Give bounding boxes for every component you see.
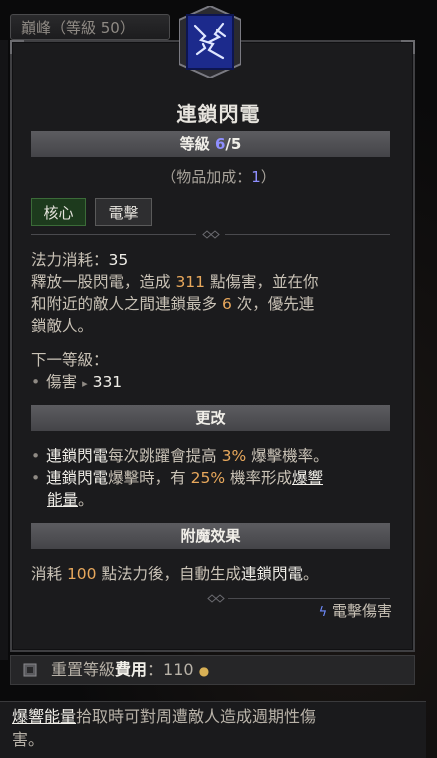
mod-text: 機率形成: [225, 469, 292, 487]
next-rank-value: 331: [92, 373, 123, 391]
skill-description: 法力消耗：35 釋放一股閃電，造成 311 點傷害，並在你 和附近的敵人之間連鎖…: [31, 249, 391, 337]
next-rank-stat: 傷害: [46, 373, 78, 391]
item-bonus: （物品加成：1）: [0, 166, 437, 187]
modification-item: • 連鎖閃電爆擊時，有 25% 機率形成爆響: [31, 467, 391, 489]
mana-cost: 法力消耗：35: [31, 249, 391, 271]
modifications-header: 更改: [31, 405, 390, 431]
bullet-icon: •: [31, 469, 41, 487]
glossary-text: 害。: [12, 730, 45, 749]
ench-text: 。: [302, 565, 319, 583]
ench-text: 消耗: [31, 565, 67, 583]
mod-text: 爆擊機率。: [246, 447, 329, 465]
desc-text: 點傷害，並在你: [205, 273, 319, 291]
rank-max: /5: [225, 135, 242, 153]
side-panel-edge: [0, 40, 8, 660]
description-line-1: 釋放一股閃電，造成 311 點傷害，並在你: [31, 271, 391, 293]
crackling-energy-link[interactable]: 能量: [47, 491, 78, 509]
chain-lightning-skill-icon: [178, 4, 242, 80]
ench-text: 點法力後，自動生成: [96, 565, 241, 583]
desc-text: 和附近的敵人之間連鎖最多: [31, 295, 222, 313]
damage-type: ϟ 電擊傷害: [319, 600, 392, 621]
chain-count: 6: [221, 295, 232, 313]
next-rank-label: 下一等級：: [31, 351, 109, 369]
skill-ref: 連鎖閃電: [46, 447, 109, 465]
rank-current: 6: [214, 135, 226, 153]
description-line-2: 和附近的敵人之間連鎖最多 6 次，優先連: [31, 293, 391, 315]
reset-cost-label-bold: 費用: [115, 660, 148, 679]
reset-icon: [23, 663, 37, 677]
gold-coin-icon: ●: [198, 664, 210, 678]
reset-cost-colon: ：: [147, 660, 164, 679]
mod-text: 每次跳躍會提高: [108, 447, 222, 465]
skill-name: 連鎖閃電: [176, 102, 261, 126]
skill-ref: 連鎖閃電: [46, 469, 109, 487]
reset-cost-label: 重置等級: [51, 660, 116, 679]
glossary-panel: 爆響能量拾取時可對周遭敵人造成週期性傷 害。: [0, 701, 426, 758]
crackling-energy-link[interactable]: 爆響: [292, 469, 323, 487]
mana-cost-label: 法力消耗：: [31, 251, 109, 269]
mod-text: 。: [78, 491, 94, 509]
reset-cost-bar: 重置等級費用：110 ●: [10, 655, 415, 685]
bullet-icon: •: [31, 373, 41, 391]
enchantment-text: 消耗 100 點法力後，自動生成連鎖閃電。: [31, 563, 391, 585]
next-rank: 下一等級： • 傷害 ▸ 331: [31, 349, 391, 395]
rank-prefix: 等級: [179, 135, 215, 153]
bullet-icon: •: [31, 447, 41, 465]
description-line-3: 鎖敵人。: [31, 317, 94, 335]
skill-ref: 連鎖閃電: [240, 565, 303, 583]
skill-rank-bar: 等級 6/5: [31, 131, 390, 157]
lightning-icon: ϟ: [318, 605, 328, 620]
damage-value: 311: [175, 273, 206, 291]
desc-text: 次，優先連: [231, 295, 315, 313]
mana-threshold-value: 100: [66, 565, 97, 583]
modification-item-cont: 能量。: [31, 489, 391, 511]
modification-item: • 連鎖閃電每次跳躍會提高 3% 爆擊機率。: [31, 445, 391, 467]
enchantment-header: 附魔效果: [31, 523, 390, 549]
crit-chance-value: 3%: [221, 447, 247, 465]
tag-lightning: 電擊: [95, 198, 152, 226]
damage-type-label: 電擊傷害: [331, 602, 392, 620]
corner-ornament: [401, 40, 415, 54]
bonus-prefix: （物品加成：: [161, 168, 252, 186]
corner-ornament: [10, 40, 24, 54]
next-rank-item: • 傷害 ▸ 331: [31, 371, 391, 395]
proc-chance-value: 25%: [190, 469, 226, 487]
modifications-list: • 連鎖閃電每次跳躍會提高 3% 爆擊機率。 • 連鎖閃電爆擊時，有 25% 機率形…: [31, 445, 391, 511]
reset-cost-value: 110: [163, 660, 194, 679]
mod-text: 爆擊時，有: [108, 469, 191, 487]
mana-cost-value: 35: [108, 251, 129, 269]
glossary-text: 拾取時可對周遭敵人造成週期性傷: [76, 707, 317, 726]
bonus-suffix: ）: [260, 168, 276, 186]
bonus-value: 1: [251, 168, 261, 186]
arrow-right-icon: ▸: [82, 377, 88, 390]
tag-core: 核心: [31, 198, 86, 226]
glossary-term: 爆響能量: [12, 707, 77, 726]
paragon-tab[interactable]: 巔峰（等級 50）: [10, 14, 170, 40]
desc-text: 釋放一股閃電，造成: [31, 273, 176, 291]
divider-ornament: [31, 230, 390, 239]
